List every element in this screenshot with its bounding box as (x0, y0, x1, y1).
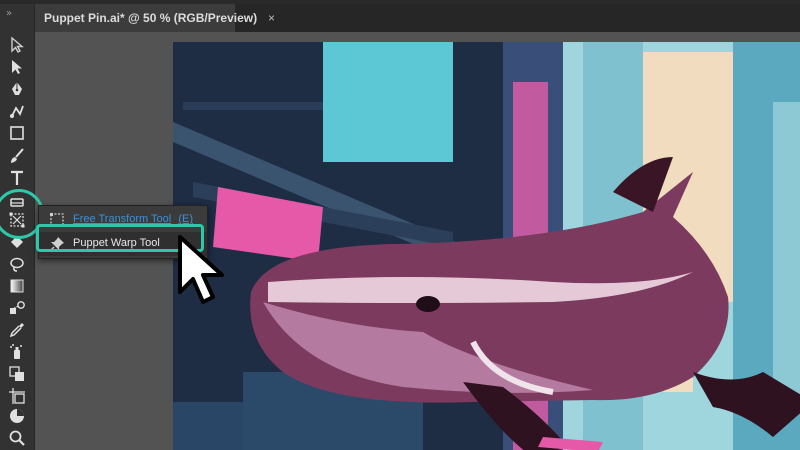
close-tab-icon[interactable]: × (268, 11, 275, 25)
direct-selection-tool-icon[interactable] (8, 58, 26, 76)
paintbrush-tool-icon[interactable] (8, 147, 26, 165)
pie-chart-tool-icon[interactable] (8, 407, 26, 425)
live-paint-tool-icon[interactable] (8, 365, 26, 383)
zoom-tool-icon[interactable] (8, 429, 26, 447)
mouse-cursor-icon (178, 235, 224, 304)
document-tab-title: Puppet Pin.ai* @ 50 % (RGB/Preview) (44, 11, 258, 25)
rectangle-tool-icon[interactable] (8, 124, 26, 142)
document-tab-bar: Puppet Pin.ai* @ 50 % (RGB/Preview) × (35, 4, 800, 32)
eyedropper-tool-icon[interactable] (8, 321, 26, 339)
type-tool-icon[interactable] (8, 169, 26, 187)
symbol-sprayer-tool-icon[interactable] (8, 343, 26, 361)
artwork-illustration (173, 42, 800, 450)
gradient-tool-icon[interactable] (8, 277, 26, 295)
selection-tool-icon[interactable] (8, 36, 26, 54)
curvature-tool-icon[interactable] (8, 102, 26, 120)
document-tab[interactable]: Puppet Pin.ai* @ 50 % (RGB/Preview) (35, 4, 257, 32)
panel-collapse-grip[interactable]: » (6, 8, 12, 19)
pen-tool-icon[interactable] (8, 80, 26, 98)
artboard-tool-icon[interactable] (8, 387, 26, 405)
blend-tool-icon[interactable] (8, 299, 26, 317)
lasso-tool-icon[interactable] (8, 255, 26, 273)
